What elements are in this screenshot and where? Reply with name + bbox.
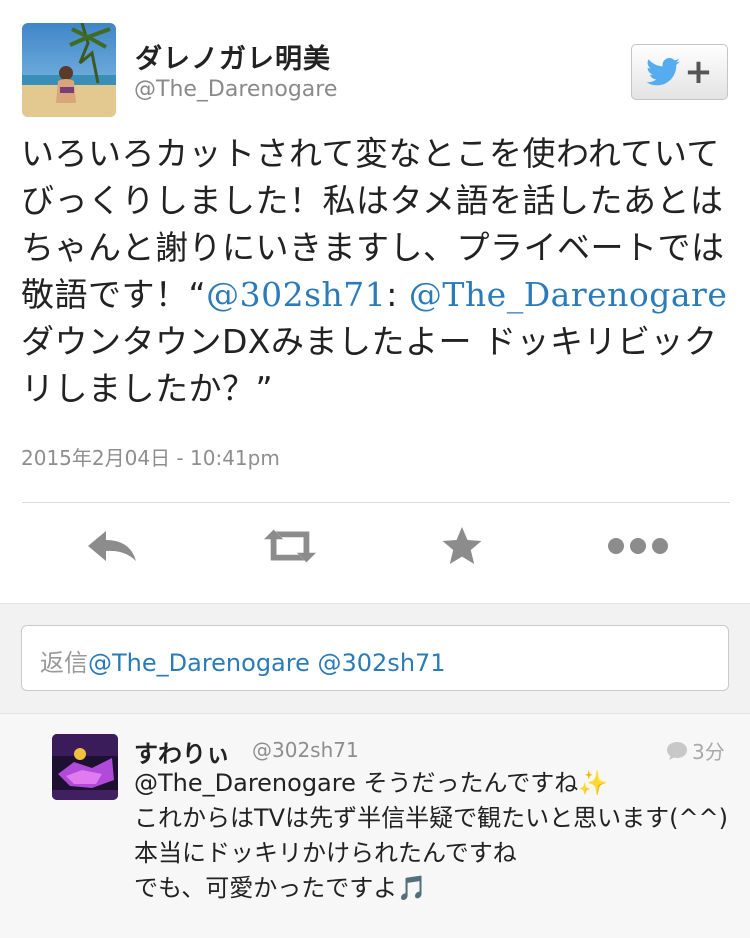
plus-icon: + [684, 52, 713, 92]
follow-button[interactable]: + [631, 44, 728, 100]
reply-icon [88, 531, 136, 561]
user-handle[interactable]: @The_Darenogare [134, 77, 337, 102]
reply-text: @The_Darenogare そうだったんですね✨ これからはTVは先ず半信半… [134, 766, 734, 906]
mention-link[interactable]: @The_Darenogare [409, 275, 727, 314]
reply-user-name[interactable]: すわりぃ [134, 734, 230, 769]
reply-user-handle[interactable]: @302sh71 [252, 738, 359, 762]
star-icon [442, 527, 482, 564]
reply-time: 3分 [666, 736, 725, 765]
tweet-text-part2: ダウンタウンDXみましたよー ドッキリビックリしましたか？” [21, 322, 718, 408]
reply-button[interactable] [84, 522, 140, 570]
tweet-text: いろいろカットされて変なとこを使われていてびっくりしました！私はタメ語を話したあ… [21, 130, 733, 412]
reply-mention[interactable]: @The_Darenogare [134, 769, 356, 797]
more-icon [608, 538, 668, 554]
reply-tweet[interactable]: すわりぃ @302sh71 3分 @The_Darenogare そうだったんで… [0, 713, 750, 938]
reply-input[interactable]: 返信@The_Darenogare @302sh71 [21, 625, 729, 691]
tweet-timestamp[interactable]: 2015年2月04日 - 10:41pm [21, 442, 280, 471]
reply-line1: そうだったんですね [355, 769, 579, 797]
favorite-button[interactable] [434, 522, 490, 570]
speech-bubble-icon [667, 741, 687, 760]
divider [22, 502, 730, 503]
retweet-icon [263, 529, 317, 563]
reply-input-text: 返信@The_Darenogare @302sh71 [40, 643, 446, 678]
music-note-emoji: 🎵 [397, 874, 428, 902]
reply-user-avatar[interactable] [52, 734, 118, 800]
tweet-colon: : [386, 275, 398, 314]
twitter-bird-icon [646, 58, 681, 86]
reply-line3: でも、可愛かったですよ [134, 874, 398, 902]
sparkles-emoji: ✨ [578, 769, 609, 797]
tweet-card: ダレノガレ明美 @The_Darenogare + いろいろカットされて変なとこ… [0, 0, 750, 603]
more-button[interactable] [606, 522, 670, 570]
reply-mentions: @The_Darenogare @302sh71 [88, 649, 446, 677]
user-avatar[interactable] [22, 23, 116, 117]
user-name[interactable]: ダレノガレ明美 [135, 37, 331, 76]
reply-prefix-label: 返信 [40, 649, 88, 677]
retweet-button[interactable] [262, 522, 318, 570]
reply-compose-area: 返信@The_Darenogare @302sh71 [0, 603, 750, 713]
reply-line2: これからはTVは先ず半信半疑で観たいと思います(^^) 本当にドッキリかけられた… [134, 804, 729, 867]
mention-link[interactable]: @302sh71 [206, 275, 386, 314]
reply-time-label: 3分 [692, 740, 725, 764]
